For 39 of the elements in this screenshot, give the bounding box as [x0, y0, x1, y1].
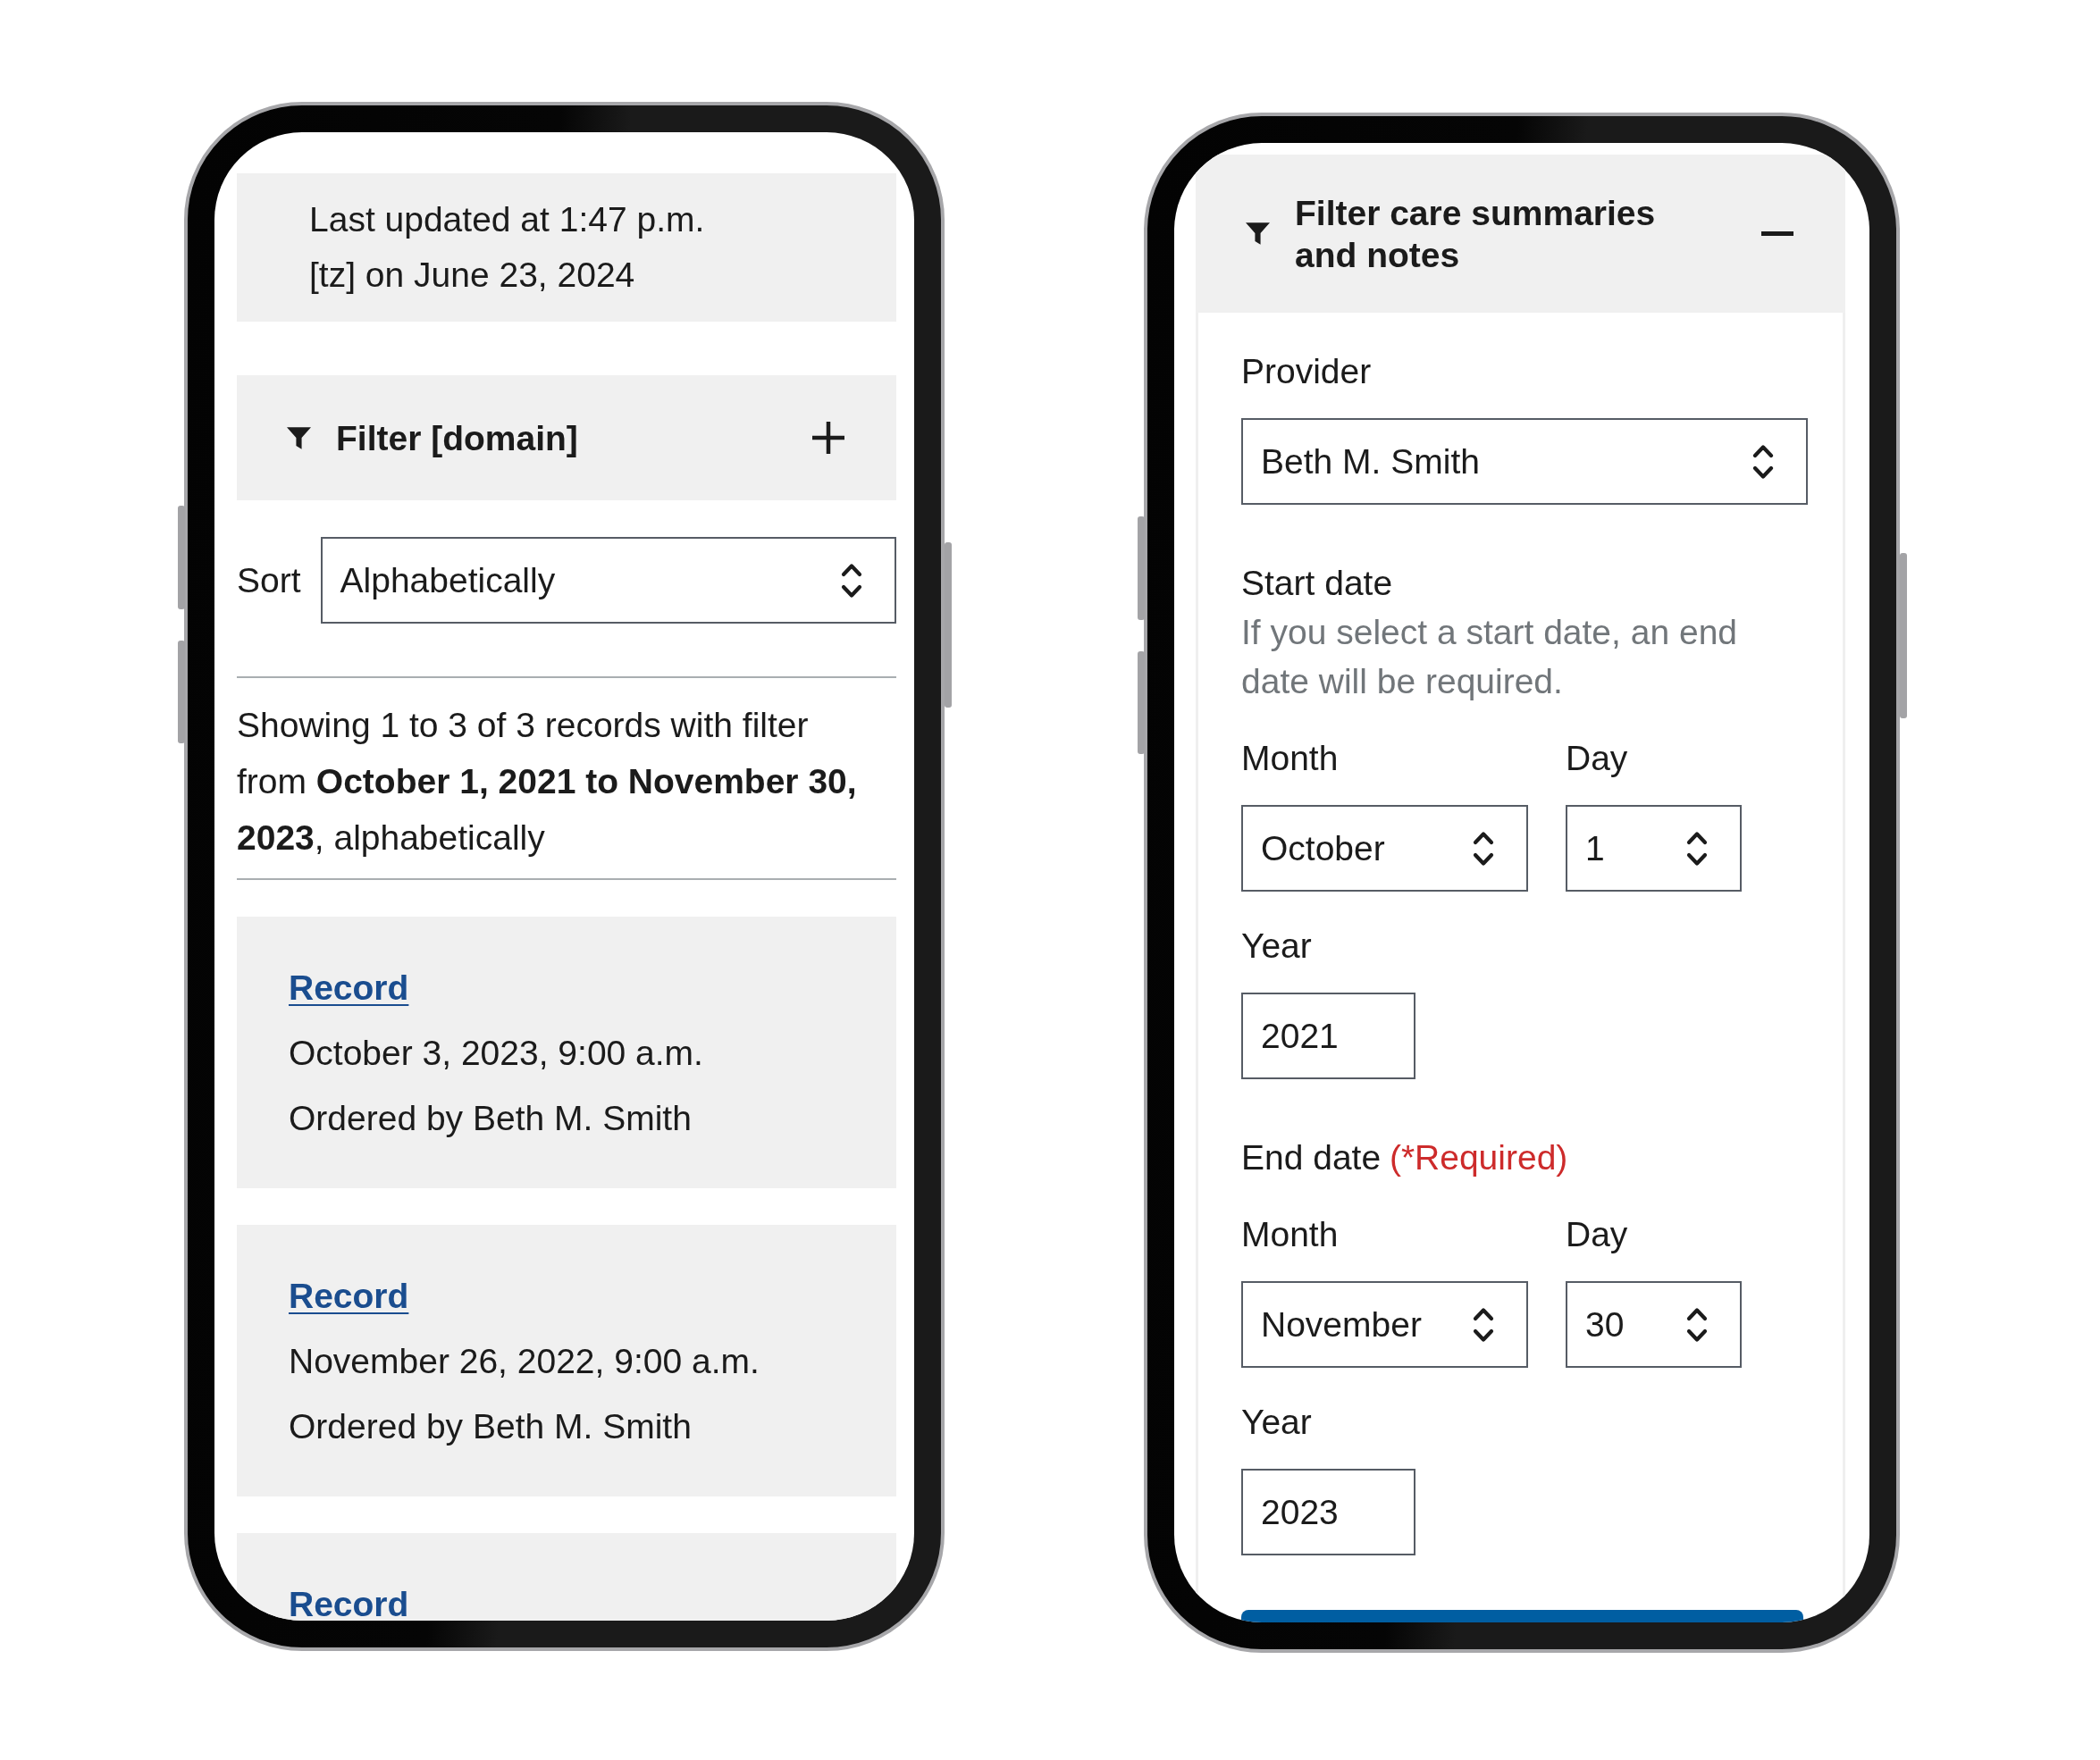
chevron-up-down-icon	[1473, 829, 1494, 867]
field-label: Provider	[1241, 351, 1373, 392]
required-note: (*Required)	[1389, 1137, 1568, 1178]
sort-label: Sort	[237, 559, 301, 601]
chevron-up-down-icon	[1752, 442, 1774, 481]
record-link[interactable]: Record	[289, 966, 409, 1010]
record-date: November 26, 2022, 9:00 a.m.	[289, 1341, 760, 1382]
field-label: Year	[1241, 926, 1313, 967]
day-select[interactable]: 1	[1566, 805, 1742, 892]
field-label: Day	[1566, 738, 1629, 779]
last-updated-text: Last updated at 1:47 p.m. [tz] on June 23, 2024	[309, 199, 706, 296]
chevron-up-down-icon	[841, 561, 862, 599]
year-input[interactable]: 2021	[1241, 993, 1415, 1079]
field-label: Day	[1566, 1214, 1629, 1255]
field-label: Year	[1241, 1402, 1313, 1443]
sort-select[interactable]: Alphabetically	[320, 537, 896, 624]
day-select[interactable]: 30	[1566, 1281, 1742, 1368]
filter-toggle[interactable]: Filter care summaries and notes	[1196, 155, 1845, 313]
chevron-up-down-icon	[1473, 1305, 1494, 1344]
chevron-up-down-icon	[1686, 829, 1708, 867]
filter-toggle[interactable]: Filter [domain]	[237, 375, 896, 500]
month-select[interactable]: October	[1241, 805, 1528, 892]
results-summary: Showing 1 to 3 of 3 records with filter from October 1, 2021 to November 30, 2023, alphabetically	[237, 705, 858, 859]
record-ordered-by: Ordered by Beth M. Smith	[289, 1098, 693, 1139]
year-input[interactable]: 2023	[1241, 1469, 1415, 1555]
record-link[interactable]: Record	[289, 1274, 409, 1319]
record-link[interactable]: Record	[289, 1582, 409, 1621]
date-group-label: End date	[1241, 1137, 1382, 1178]
record-ordered-by: Ordered by Beth M. Smith	[289, 1406, 693, 1447]
provider-select[interactable]: Beth M. Smith	[1241, 418, 1808, 505]
date-group-label: Start date	[1241, 563, 1393, 604]
month-select[interactable]: November	[1241, 1281, 1528, 1368]
field-label: Month	[1241, 738, 1340, 779]
filter-icon	[1246, 222, 1270, 246]
chevron-up-down-icon	[1686, 1305, 1708, 1344]
hint-text: If you select a start date, an end date will be required.	[1241, 612, 1738, 702]
record-date: October 3, 2023, 9:00 a.m.	[289, 1033, 704, 1074]
field-label: Month	[1241, 1214, 1340, 1255]
filter-icon	[287, 425, 311, 450]
